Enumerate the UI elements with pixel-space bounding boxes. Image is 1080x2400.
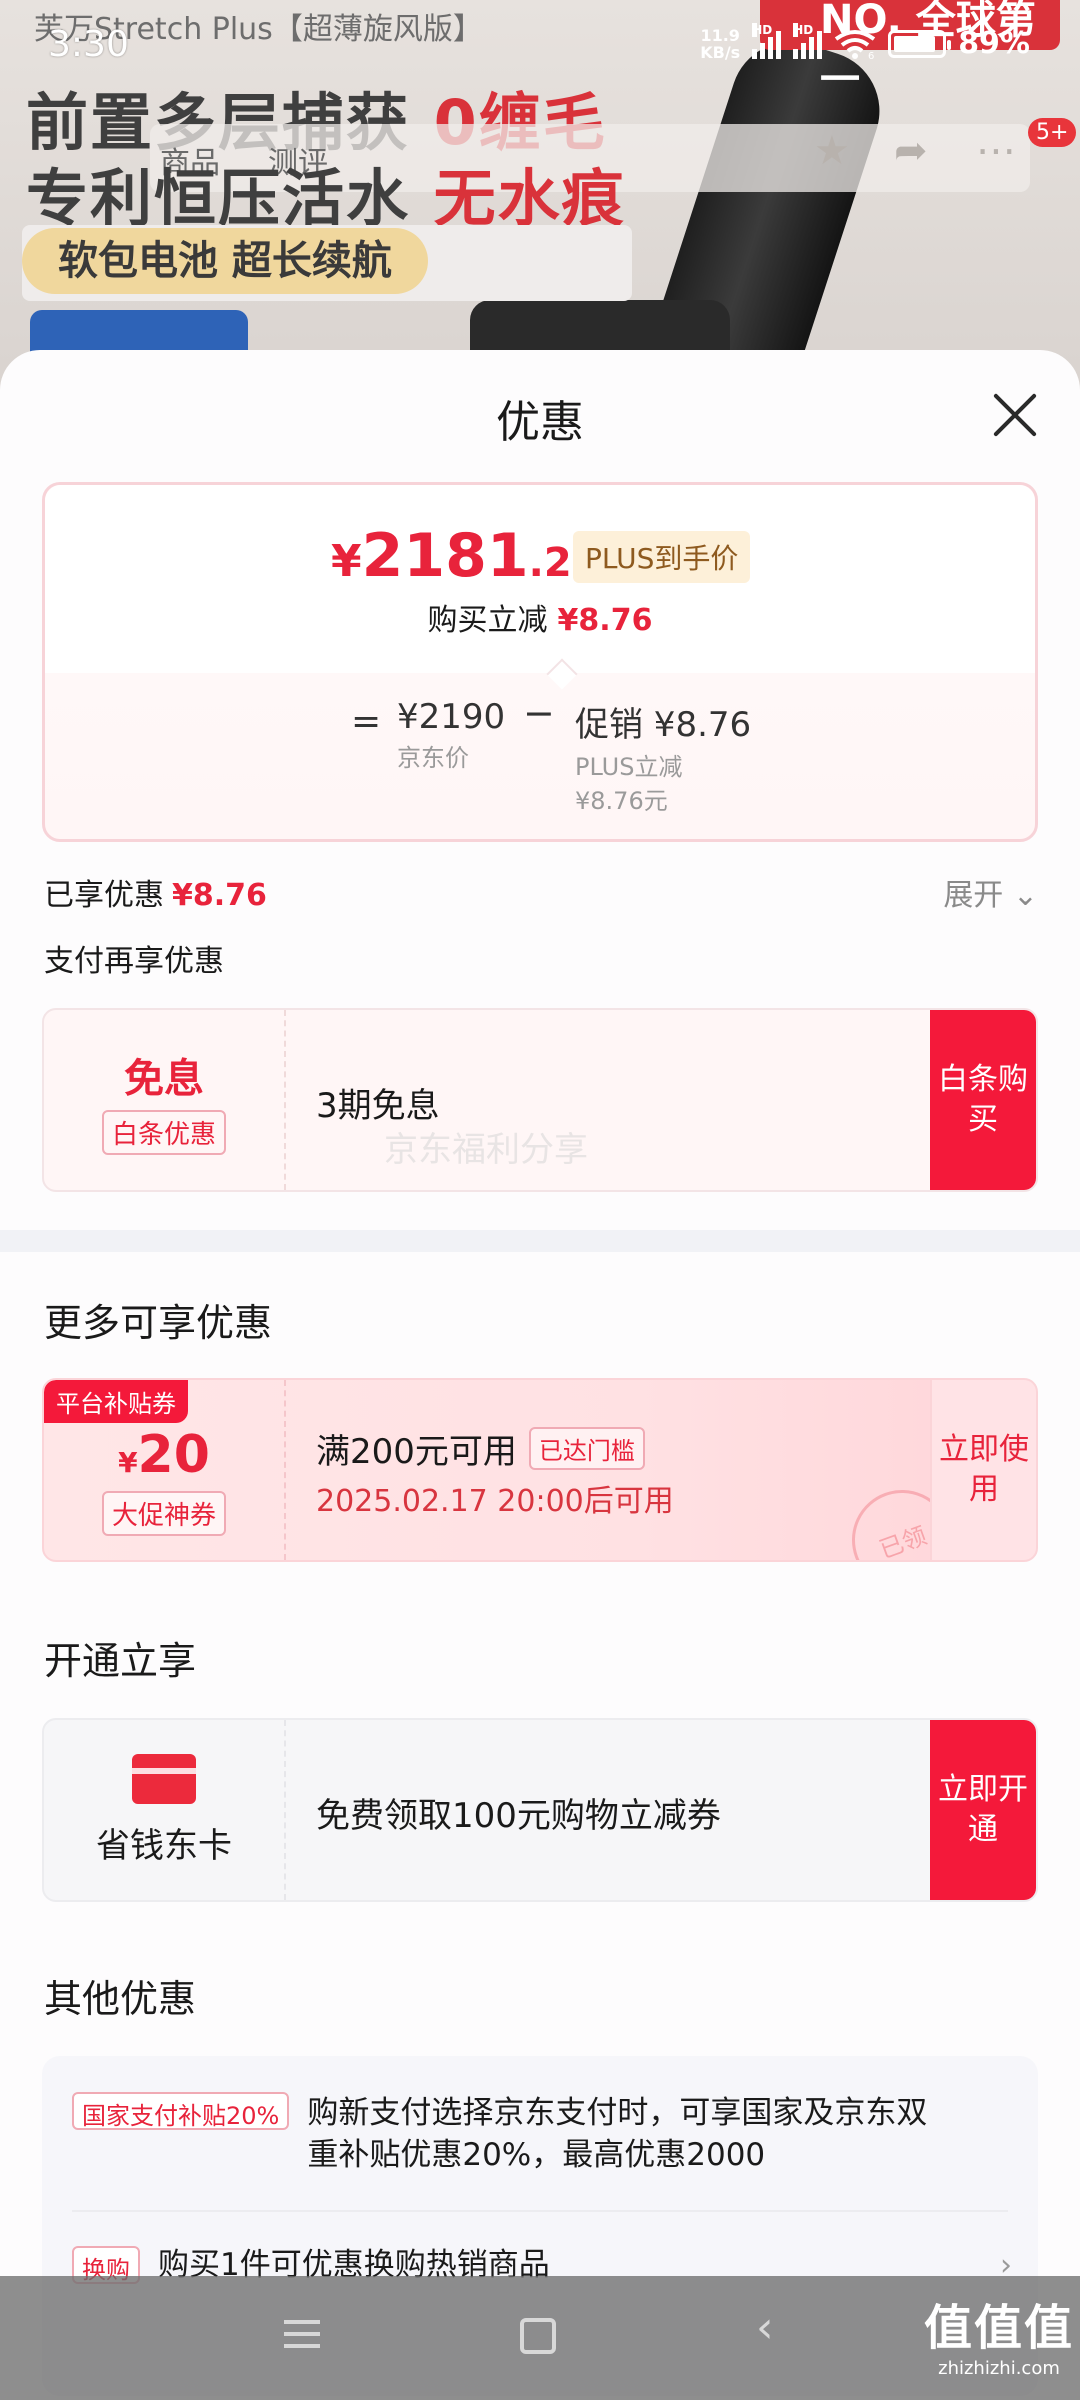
clock: 3:30 [48,24,129,65]
home-icon[interactable] [520,2318,556,2354]
baitiao-offer-card: 免息 白条优惠 3期免息 京东福利分享 白条购买 [42,1008,1038,1192]
use-coupon-button[interactable]: 立即使用 [930,1380,1036,1560]
coupon-tag: 大促神券 [101,1490,226,1536]
promo-block: 促销 ¥8.76 PLUS立减 ¥8.76元 [575,705,752,815]
cart-count-badge: 5+ [1028,118,1077,147]
enjoyed-discount: 已享优惠 ¥8.76 [44,878,267,913]
feature-pill: 软包电池 超长续航 [22,228,428,294]
cellular-signal-2-icon: HD [793,22,823,59]
coupon-condition: 满200元可用 已达门槛 [316,1424,645,1473]
platform-subsidy-tag: 平台补贴券 [44,1380,188,1423]
national-subsidy-row: 国家支付补贴20% 购新支付选择京东支付时，可享国家及京东双重补贴优惠20%，最… [72,2092,947,2176]
interest-free-label: 免息 [124,1055,204,1102]
more-offers-title: 更多可享优惠 [44,1301,273,1345]
dongka-desc: 免费领取100元购物立减券 [316,1796,721,1836]
open-to-enjoy-title: 开通立享 [44,1639,197,1683]
network-speed: 11.9 KB/s [700,25,741,62]
dongka-label: 省钱东卡 [96,1825,232,1866]
watermark-text: 京东福利分享 [384,1130,588,1170]
open-dongka-button[interactable]: 立即开通 [930,1720,1036,1900]
baitiao-buy-button[interactable]: 白条购买 [930,1010,1036,1190]
site-watermark: 值值值 zhizhizhi.com [924,2300,1075,2379]
baitiao-left: 免息 白条优惠 [44,1010,286,1190]
battery-percent: 89% [958,26,1030,61]
back-icon[interactable]: ‹ [756,2302,800,2353]
baitiao-tag: 白条优惠 [101,1109,226,1155]
chevron-down-icon: ⌄ [1012,878,1038,913]
plus-price-tag: PLUS到手价 [573,531,751,583]
jd-price-block: ¥2190 京东价 [397,697,506,772]
svg-text:6: 6 [868,51,874,59]
dongka-card: 省钱东卡 免费领取100元购物立减券 立即开通 [42,1718,1038,1902]
expand-toggle[interactable]: 展开 ⌄ [943,870,1038,914]
coupon-amount: ¥20 [118,1424,210,1485]
pay-again-label: 支付再享优惠 [44,944,224,979]
equals-sign: = [351,701,382,742]
recent-apps-icon[interactable] [280,2314,324,2358]
dongka-left: 省钱东卡 [44,1720,286,1900]
membership-card-icon [132,1753,196,1804]
share-icon[interactable]: ➦ [894,128,928,174]
row-separator [72,2210,1008,2212]
cellular-signal-icon: HD [752,22,782,59]
wifi-icon: 6 [835,29,876,59]
price-breakdown-card: ¥ 2181 .24 PLUS到手价 购买立减 ¥8.76 = ¥2190 京东价… [42,482,1038,842]
section-divider [0,1230,1080,1252]
other-offers-title: 其他优惠 [44,1977,197,2021]
battery-icon [888,29,952,58]
minus-sign: − [523,691,555,735]
coupon-valid-time: 2025.02.17 20:00后可用 [316,1484,674,1519]
sheet-title: 优惠 [496,397,584,448]
close-icon[interactable] [990,390,1040,440]
national-subsidy-tag: 国家支付补贴20% [72,2092,290,2130]
baitiao-desc: 3期免息 [316,1086,440,1126]
final-price: ¥ 2181 .24 [331,521,600,591]
threshold-reached-badge: 已达门槛 [528,1427,645,1470]
system-nav-bar: ‹ [0,2276,1080,2400]
instant-discount-row: 购买立减 ¥8.76 [427,603,653,638]
more-options-icon[interactable]: ⋯ [976,128,1016,174]
favorite-star-icon[interactable]: ★ [814,128,850,174]
status-icons: 11.9 KB/s HD HD 6 89% [700,22,1030,62]
platform-coupon-card: ¥20 大促神券 平台补贴券 满200元可用 已达门槛 2025.02.17 2… [42,1378,1038,1562]
status-bar: 3:30 11.9 KB/s HD HD 6 89% [0,0,1080,100]
national-subsidy-text: 购新支付选择京东支付时，可享国家及京东双重补贴优惠20%，最高优惠2000 [307,2095,928,2173]
